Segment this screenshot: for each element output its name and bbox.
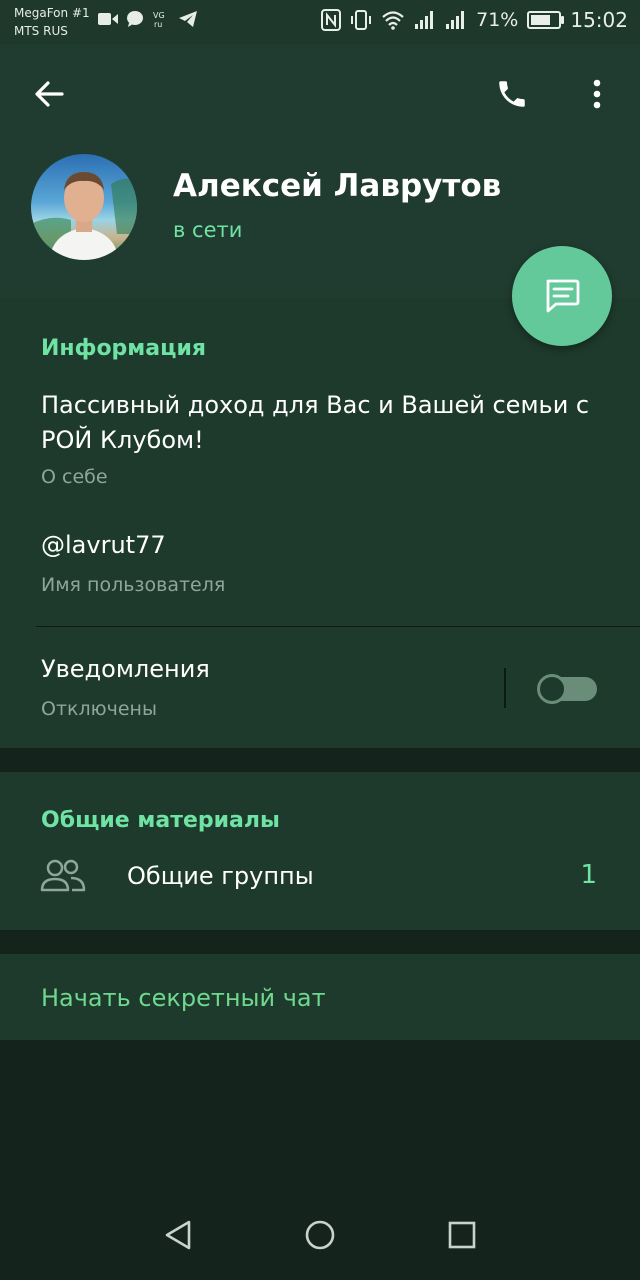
battery-icon: [527, 11, 565, 29]
bio-text[interactable]: Пассивный доход для Вас и Вашей семьи с …: [41, 388, 611, 458]
username-text[interactable]: @lavrut77: [41, 528, 166, 563]
battery-level: [531, 15, 550, 25]
wifi-icon: [382, 11, 404, 30]
carrier-1: MegaFon #1: [14, 6, 90, 20]
telegram-icon: [179, 11, 197, 27]
nav-home-icon: [305, 1220, 335, 1250]
battery-percent: 71%: [476, 9, 519, 31]
nav-back-button[interactable]: [153, 1210, 203, 1260]
username-caption: Имя пользователя: [41, 574, 226, 596]
nav-recents-icon: [448, 1221, 476, 1249]
shared-materials-section: Общие материалы Общие группы 1: [0, 772, 640, 930]
common-groups-row[interactable]: Общие группы 1: [0, 842, 640, 912]
signal-1-icon: [415, 11, 434, 29]
system-status: 71% 15:02: [321, 8, 628, 32]
message-icon: [546, 279, 580, 313]
shared-section-title: Общие материалы: [41, 808, 280, 833]
svg-text:VG: VG: [153, 11, 165, 20]
avatar-photo: [31, 172, 137, 260]
notifications-state: Отключены: [41, 698, 157, 720]
video-call-icon: [98, 13, 118, 25]
notifications-toggle[interactable]: [537, 674, 599, 704]
common-groups-label: Общие группы: [127, 862, 314, 890]
clock: 15:02: [570, 8, 628, 32]
status-bar: MegaFon #1 MTS RUS VG ru 71% 15:02: [0, 0, 640, 44]
toggle-knob: [537, 674, 567, 704]
vibrate-icon: [351, 10, 372, 30]
profile-name: Алексей Лаврутов: [173, 168, 502, 204]
info-section: Информация Пассивный доход для Вас и Ваш…: [0, 298, 640, 748]
start-secret-chat-button[interactable]: Начать секретный чат: [41, 984, 326, 1012]
online-status: в сети: [173, 218, 243, 242]
secret-chat-section: Начать секретный чат: [0, 954, 640, 1040]
carrier-info: MegaFon #1 MTS RUS: [14, 4, 90, 40]
phone-icon: [499, 81, 525, 107]
nav-home-button[interactable]: [295, 1210, 345, 1260]
system-nav-bar: [0, 1190, 640, 1280]
back-button[interactable]: [24, 72, 74, 116]
common-groups-count: 1: [580, 860, 597, 890]
info-section-title: Информация: [41, 336, 206, 361]
bio-caption: О себе: [41, 466, 108, 488]
svg-text:ru: ru: [154, 20, 162, 28]
signal-2-icon: [446, 11, 465, 29]
more-vertical-icon: [593, 79, 601, 109]
notification-icons: VG ru: [98, 10, 198, 28]
nav-back-icon: [165, 1220, 191, 1250]
vc-icon: VGru: [153, 11, 165, 28]
message-fab[interactable]: [512, 246, 612, 346]
group-icon: [40, 859, 86, 892]
divider: [36, 626, 640, 627]
avatar[interactable]: [31, 154, 137, 260]
vertical-separator: [504, 668, 506, 708]
carrier-2: MTS RUS: [14, 24, 68, 38]
chat-bubble-icon: [127, 11, 143, 27]
more-options-button[interactable]: [576, 70, 618, 118]
arrow-back-icon: [35, 81, 64, 107]
call-button[interactable]: [488, 70, 536, 118]
nav-recents-button[interactable]: [437, 1210, 487, 1260]
nfc-icon: [321, 9, 342, 31]
notifications-label[interactable]: Уведомления: [41, 652, 210, 687]
